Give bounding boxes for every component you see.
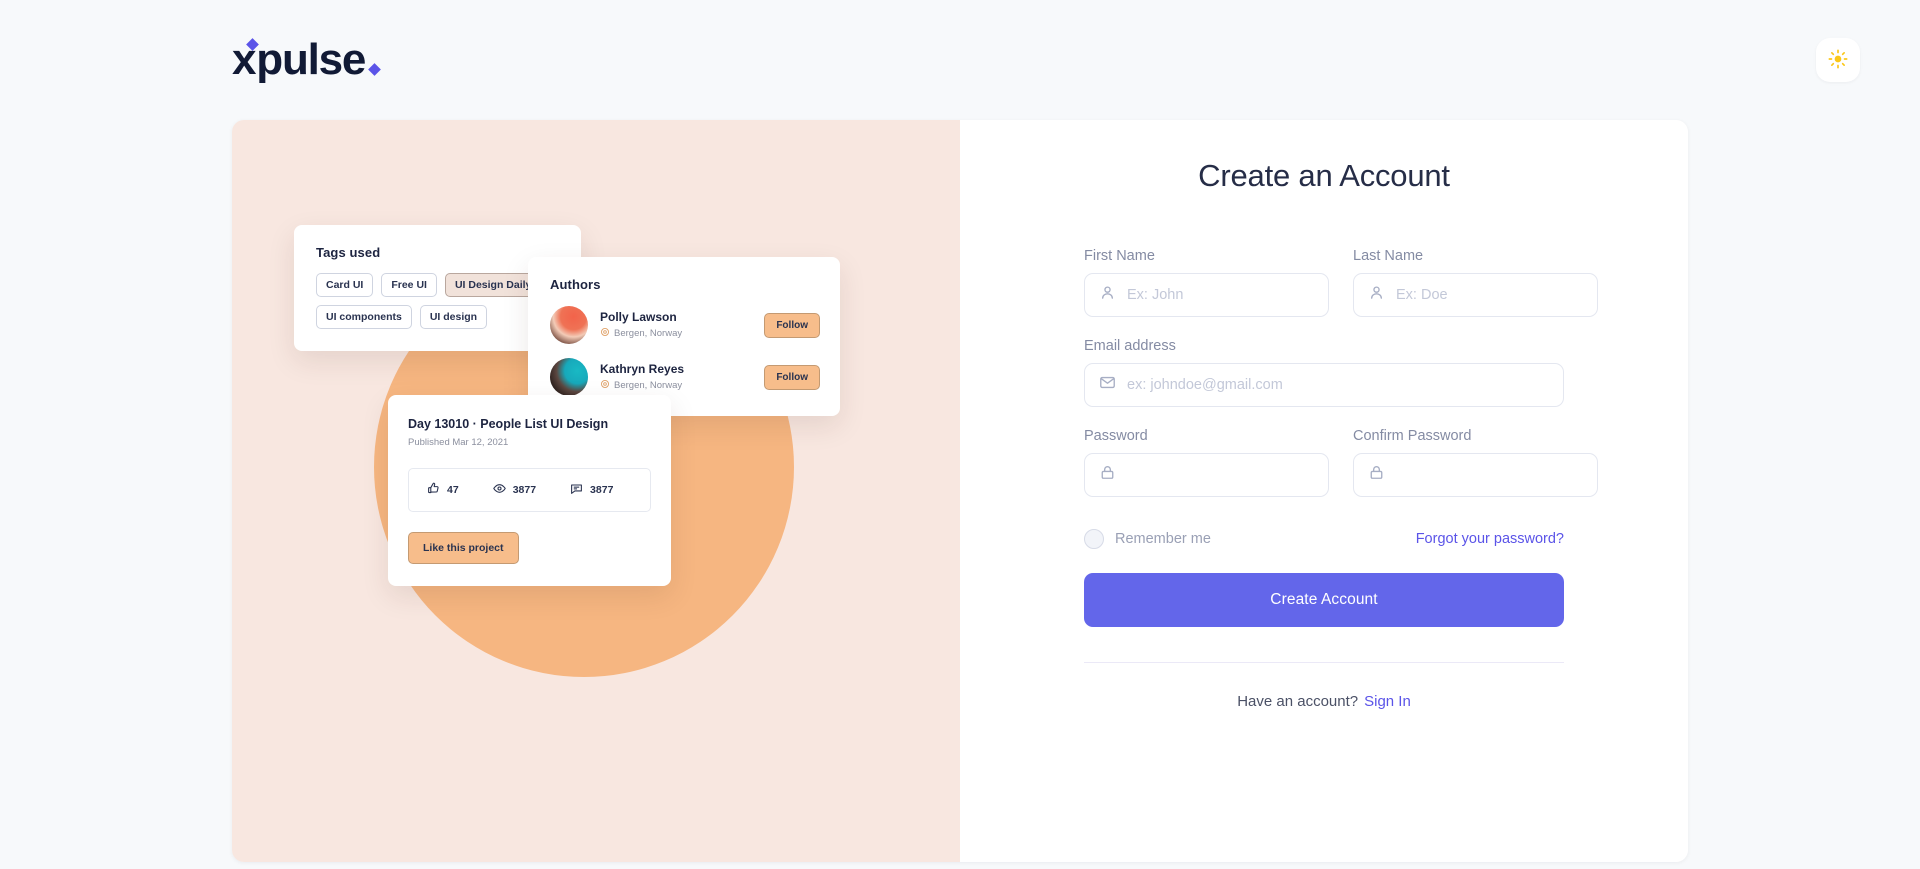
follow-button[interactable]: Follow	[764, 364, 820, 390]
password-label: Password	[1084, 428, 1148, 444]
forgot-password-link[interactable]: Forgot your password?	[1416, 531, 1564, 547]
authors-card-title: Authors	[550, 277, 601, 292]
create-account-button[interactable]: Create Account	[1084, 573, 1564, 627]
confirm-password-input-wrapper[interactable]	[1353, 453, 1598, 497]
name-field-row: First Name Last Name	[1084, 248, 1598, 338]
signin-prompt-text: Have an account?	[1237, 693, 1359, 710]
author-meta: Kathryn Reyes Bergen, Norway	[600, 362, 764, 392]
author-meta: Polly Lawson Bergen, Norway	[600, 310, 764, 340]
author-location-text: Bergen, Norway	[614, 380, 683, 391]
signin-prompt: Have an account? Sign In	[1084, 693, 1564, 710]
stat-views: 3877	[492, 482, 537, 498]
email-input[interactable]	[1127, 364, 1549, 406]
confirm-password-field: Confirm Password	[1353, 428, 1598, 497]
form-divider	[1084, 662, 1564, 663]
theme-toggle-button[interactable]	[1816, 38, 1860, 82]
map-pin-icon	[600, 379, 610, 392]
signup-form: Create an Account First Name Ex: John La…	[1084, 158, 1598, 710]
tag-list: Card UI Free UI UI Design Daily UI compo…	[316, 273, 559, 329]
password-field-row: Password Confirm Password	[1084, 428, 1598, 518]
last-name-field: Last Name	[1353, 248, 1598, 317]
remember-me-label: Remember me	[1115, 531, 1211, 547]
page-header: x pulse	[0, 0, 1920, 120]
author-location: Bergen, Norway	[600, 379, 764, 392]
last-name-label: Last Name	[1353, 248, 1424, 264]
tag-chip-active[interactable]: UI Design Daily	[444, 273, 542, 297]
author-name: Kathryn Reyes	[600, 362, 685, 376]
sign-in-link[interactable]: Sign In	[1364, 693, 1411, 710]
authors-card: Authors Polly Lawson Bergen, Norway Foll	[528, 257, 840, 416]
mail-icon	[1099, 374, 1116, 396]
stat-value: 47	[447, 484, 459, 496]
logo-x-mark: x	[232, 35, 256, 84]
email-field: Email address	[1084, 338, 1564, 407]
author-name: Polly Lawson	[600, 310, 677, 324]
email-input-wrapper[interactable]	[1084, 363, 1564, 407]
lock-icon	[1099, 464, 1116, 486]
sun-icon	[1828, 49, 1848, 72]
first-name-label: First Name	[1084, 248, 1155, 264]
checkbox-circle-icon[interactable]	[1084, 529, 1104, 549]
lock-icon	[1368, 464, 1385, 486]
password-input-wrapper[interactable]	[1084, 453, 1329, 497]
first-name-input-wrapper[interactable]	[1084, 273, 1329, 317]
auth-card: Tags used Card UI Free UI UI Design Dail…	[232, 120, 1688, 862]
logo-dot-icon	[368, 63, 382, 76]
tags-card-title: Tags used	[316, 245, 381, 260]
signup-form-panel: Create an Account First Name Ex: John La…	[960, 120, 1688, 862]
confirm-password-input[interactable]	[1396, 454, 1583, 496]
tag-chip[interactable]: Free UI	[381, 273, 437, 297]
comment-icon	[570, 482, 583, 498]
thumbs-up-icon	[427, 482, 440, 498]
last-name-input-wrapper[interactable]	[1353, 273, 1598, 317]
remember-me-checkbox[interactable]: Remember me	[1084, 529, 1211, 549]
author-location-text: Bergen, Norway	[614, 328, 683, 339]
author-location: Bergen, Norway	[600, 327, 764, 340]
like-project-button[interactable]: Like this project	[408, 532, 519, 564]
map-pin-icon	[600, 327, 610, 340]
last-name-input[interactable]	[1396, 274, 1583, 316]
stat-value: 3877	[512, 484, 537, 496]
first-name-input[interactable]	[1127, 274, 1314, 316]
stat-likes: 47	[427, 482, 459, 498]
password-field: Password	[1084, 428, 1329, 497]
confirm-password-label: Confirm Password	[1353, 428, 1472, 444]
illustration-panel: Tags used Card UI Free UI UI Design Dail…	[232, 120, 960, 862]
app-logo: x pulse	[232, 35, 382, 84]
project-card: Day 13010 · People List UI Design Publis…	[388, 395, 671, 586]
tag-chip[interactable]: UI design	[419, 305, 488, 329]
avatar	[550, 358, 588, 396]
stat-comments: 3877	[570, 482, 613, 498]
follow-button[interactable]: Follow	[764, 312, 820, 338]
password-input[interactable]	[1127, 454, 1314, 496]
tag-chip[interactable]: UI components	[316, 305, 412, 329]
project-stats: 47 3877 3877	[408, 468, 651, 512]
page-title: Create an Account	[1198, 158, 1450, 193]
tag-chip[interactable]: Card UI	[316, 273, 374, 297]
avatar	[550, 306, 588, 344]
user-icon	[1368, 284, 1385, 306]
stat-value: 3877	[590, 484, 614, 496]
user-icon	[1099, 284, 1116, 306]
author-list-item: Kathryn Reyes Bergen, Norway Follow	[550, 358, 820, 396]
project-published-date: Published Mar 12, 2021	[408, 437, 509, 448]
first-name-field: First Name	[1084, 248, 1329, 317]
eye-icon	[492, 482, 506, 498]
logo-wordmark: pulse	[256, 35, 366, 84]
form-options-row: Remember me Forgot your password?	[1084, 529, 1564, 549]
project-title: Day 13010 · People List UI Design	[408, 417, 609, 431]
email-label: Email address	[1084, 338, 1176, 354]
author-list-item: Polly Lawson Bergen, Norway Follow	[550, 306, 820, 344]
